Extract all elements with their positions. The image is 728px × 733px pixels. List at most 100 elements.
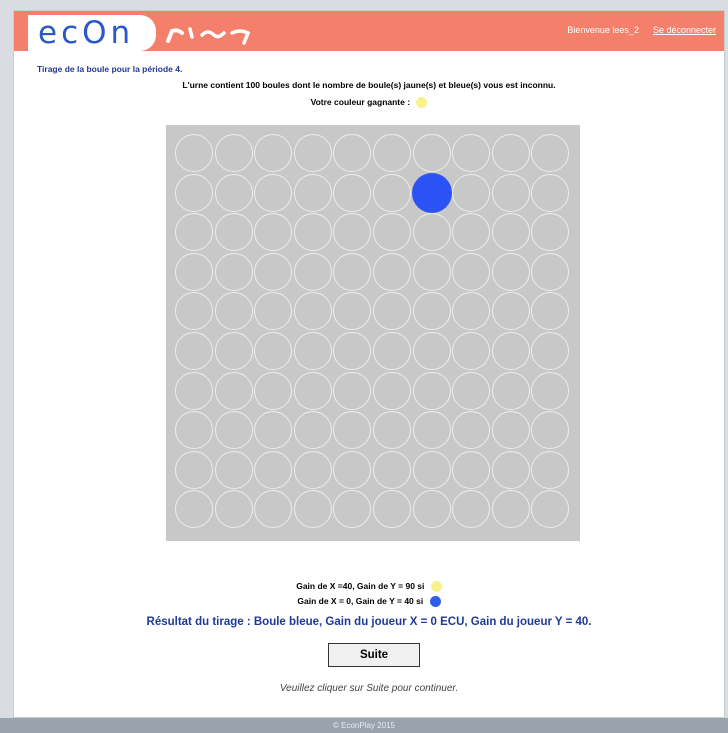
urn-ball — [175, 332, 213, 370]
urn-ball — [214, 252, 253, 291]
urn-ball — [254, 371, 293, 410]
logout-link[interactable]: Se déconnecter — [653, 25, 716, 35]
header-bar: ecOn Bienvenue lees_2 Se déconnecter — [14, 11, 724, 51]
urn-ball — [531, 332, 570, 370]
urn-ball — [293, 450, 332, 489]
urn-ball — [412, 332, 451, 370]
urn-ball — [452, 134, 491, 172]
urn-ball — [412, 490, 451, 529]
urn-ball — [452, 173, 491, 212]
yellow-ball-icon — [416, 97, 428, 109]
urn-ball — [531, 134, 570, 172]
legend-yellow: Gain de X =40, Gain de Y = 90 si — [14, 581, 724, 593]
urn-ball — [531, 213, 570, 252]
urn-ball — [254, 252, 293, 291]
urn-ball — [452, 213, 491, 252]
legend-blue-text: Gain de X = 0, Gain de Y = 40 si — [297, 596, 424, 606]
urn-ball — [333, 450, 372, 489]
urn-ball — [293, 411, 332, 450]
urn-ball — [491, 411, 530, 450]
urn-ball — [531, 252, 570, 291]
urn-ball — [373, 490, 411, 529]
user-area: Bienvenue lees_2 Se déconnecter — [567, 25, 716, 35]
urn-ball — [254, 134, 293, 172]
urn-ball — [293, 213, 332, 252]
urn-ball — [175, 490, 213, 529]
urn-ball — [531, 411, 570, 450]
urn-ball — [333, 252, 372, 291]
urn-grid — [166, 125, 580, 541]
urn-ball — [333, 332, 372, 370]
welcome-text: Bienvenue lees_2 — [567, 25, 639, 35]
urn-ball — [333, 292, 372, 331]
urn-ball — [373, 252, 411, 291]
urn-ball — [254, 490, 293, 529]
urn-ball — [333, 411, 372, 450]
urn-ball — [293, 371, 332, 410]
drawn-ball — [411, 172, 452, 213]
urn-ball — [412, 292, 451, 331]
urn-ball — [452, 490, 491, 529]
footer: © EconPlay 2015 — [0, 718, 728, 733]
urn-ball — [491, 173, 530, 212]
urn-ball — [373, 292, 411, 331]
urn-ball — [175, 134, 213, 172]
urn-ball — [333, 490, 372, 529]
play-logo-icon — [166, 27, 251, 45]
urn-ball — [214, 490, 253, 529]
urn-ball — [491, 332, 530, 370]
urn-ball — [373, 371, 411, 410]
urn-ball — [254, 173, 293, 212]
urn-ball — [373, 173, 411, 212]
urn-ball — [373, 332, 411, 370]
winning-color-label: Votre couleur gagnante : — [310, 97, 411, 107]
suite-button[interactable]: Suite — [328, 643, 420, 667]
urn-ball — [333, 213, 372, 252]
logo-text: ecOn — [38, 14, 135, 51]
urn-ball — [412, 450, 451, 489]
urn-description: L'urne contient 100 boules dont le nombr… — [182, 80, 556, 90]
urn-ball — [175, 450, 213, 489]
urn-ball — [531, 173, 570, 212]
urn-ball — [214, 292, 253, 331]
yellow-ball-icon — [430, 581, 442, 593]
blue-ball-icon — [429, 596, 441, 608]
urn-ball — [373, 213, 411, 252]
urn-ball — [175, 411, 213, 450]
urn-ball — [452, 450, 491, 489]
continue-hint: Veuillez cliquer sur Suite pour continue… — [279, 683, 459, 694]
urn-ball — [491, 252, 530, 291]
urn-ball — [531, 490, 570, 529]
urn-ball — [214, 332, 253, 370]
urn-ball — [373, 450, 411, 489]
urn-ball — [412, 411, 451, 450]
urn-ball — [491, 213, 530, 252]
urn-ball — [333, 134, 372, 172]
urn-ball — [491, 292, 530, 331]
urn-ball — [254, 292, 293, 331]
urn-ball — [214, 450, 253, 489]
urn-ball — [254, 332, 293, 370]
urn-ball — [412, 213, 451, 252]
urn-ball — [293, 292, 332, 331]
urn-ball — [293, 134, 332, 172]
urn-ball — [452, 332, 491, 370]
urn-ball — [491, 450, 530, 489]
urn-ball — [254, 411, 293, 450]
legend-blue: Gain de X = 0, Gain de Y = 40 si — [14, 596, 724, 608]
urn-ball — [373, 134, 411, 172]
urn-ball — [412, 371, 451, 410]
urn-ball — [293, 332, 332, 370]
urn-ball — [491, 371, 530, 410]
urn-ball — [333, 371, 372, 410]
econ-logo: ecOn — [28, 15, 156, 51]
urn-ball — [491, 134, 530, 172]
urn-ball — [491, 490, 530, 529]
urn-ball — [531, 371, 570, 410]
urn-ball — [254, 213, 293, 252]
urn-ball — [293, 252, 332, 291]
urn-ball — [531, 292, 570, 331]
urn-ball — [452, 371, 491, 410]
draw-result: Résultat du tirage : Boule bleue, Gain d… — [146, 616, 592, 628]
urn-ball — [214, 173, 253, 212]
